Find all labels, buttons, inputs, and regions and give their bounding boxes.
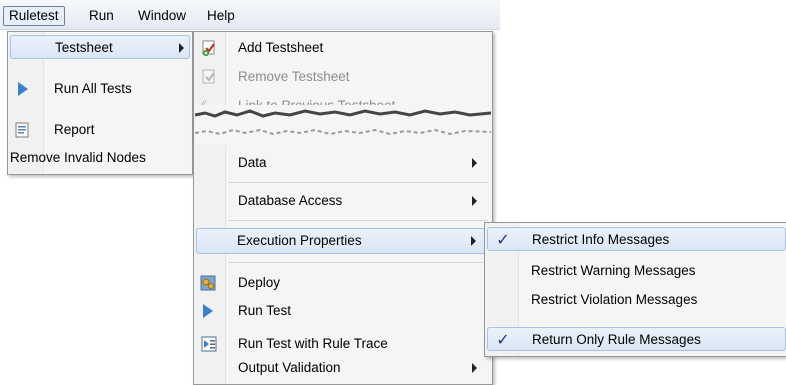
menu-separator xyxy=(228,262,488,263)
menu-bar: Ruletest Run Window Help xyxy=(0,0,500,30)
menu-item-restrict-warning[interactable]: Restrict Warning Messages xyxy=(487,259,784,283)
run-icon xyxy=(203,304,213,318)
menubar-help[interactable]: Help xyxy=(202,7,240,27)
menu-item-deploy[interactable]: Deploy xyxy=(196,271,490,295)
menu-item-run-test[interactable]: Run Test xyxy=(196,299,490,323)
torn-edge xyxy=(194,105,492,145)
menu-item-return-only-rule[interactable]: ✓ Return Only Rule Messages xyxy=(487,327,786,351)
menu-item-data[interactable]: Data xyxy=(196,151,490,175)
submenu-arrow-icon xyxy=(472,158,477,168)
menu-item-report[interactable]: Report xyxy=(10,118,190,142)
menu-item-remove-invalid-nodes[interactable]: Remove Invalid Nodes xyxy=(10,146,190,170)
report-icon xyxy=(14,122,30,138)
menu-item-remove-testsheet[interactable]: Remove Testsheet xyxy=(196,65,490,89)
menu-item-label: Restrict Warning Messages xyxy=(531,263,696,278)
ruletest-menu: Testsheet Run All Tests Report Remove In… xyxy=(7,31,193,175)
menu-item-restrict-info[interactable]: ✓ Restrict Info Messages xyxy=(487,227,786,251)
menubar-window[interactable]: Window xyxy=(133,7,191,27)
menu-item-label: Deploy xyxy=(238,275,281,290)
submenu-arrow-icon xyxy=(471,236,476,246)
menu-item-label: Report xyxy=(54,122,95,137)
menu-item-label: Execution Properties xyxy=(237,233,362,248)
menu-separator xyxy=(228,220,488,221)
menu-item-label: Output Validation xyxy=(238,360,341,375)
menu-item-label: Testsheet xyxy=(55,40,113,55)
menu-item-label: Data xyxy=(238,155,267,170)
menu-item-label: Run Test with Rule Trace xyxy=(238,336,388,351)
submenu-arrow-icon xyxy=(472,363,477,373)
menubar-run[interactable]: Run xyxy=(84,7,119,27)
menu-item-label: Restrict Violation Messages xyxy=(531,292,698,307)
menu-item-restrict-violation[interactable]: Restrict Violation Messages xyxy=(487,288,784,312)
submenu-arrow-icon xyxy=(472,196,477,206)
rule-trace-icon xyxy=(201,336,217,352)
run-icon xyxy=(18,82,28,96)
menu-item-label: Remove Testsheet xyxy=(238,69,350,84)
execution-properties-submenu: ✓ Restrict Info Messages Restrict Warnin… xyxy=(484,222,786,357)
remove-testsheet-icon xyxy=(201,69,217,85)
menu-item-add-testsheet[interactable]: Add Testsheet xyxy=(196,36,490,60)
menu-item-output-validation[interactable]: Output Validation xyxy=(196,356,490,380)
menu-item-run-test-rule-trace[interactable]: Run Test with Rule Trace xyxy=(196,332,490,356)
deploy-icon xyxy=(200,275,216,291)
testsheet-submenu: Add Testsheet Remove Testsheet ⁄⁄ Link t… xyxy=(193,31,493,385)
menu-item-label: Database Access xyxy=(238,193,343,208)
check-icon: ✓ xyxy=(496,332,510,349)
menu-item-database-access[interactable]: Database Access xyxy=(196,189,490,213)
menu-item-label: Run All Tests xyxy=(54,81,132,96)
menu-item-label: Add Testsheet xyxy=(238,40,324,55)
menubar-ruletest[interactable]: Ruletest xyxy=(3,6,65,26)
submenu-arrow-icon xyxy=(179,43,184,53)
add-testsheet-icon xyxy=(201,40,217,56)
menu-item-label: Remove Invalid Nodes xyxy=(10,150,146,165)
menu-item-testsheet[interactable]: Testsheet xyxy=(10,35,190,59)
menu-item-label: Restrict Info Messages xyxy=(532,232,670,247)
menu-item-execution-properties[interactable]: Execution Properties xyxy=(196,228,490,254)
menu-separator xyxy=(228,182,488,183)
menu-item-label: Run Test xyxy=(238,303,292,318)
menu-item-run-all-tests[interactable]: Run All Tests xyxy=(10,77,190,101)
check-icon: ✓ xyxy=(496,232,510,249)
menu-item-label: Return Only Rule Messages xyxy=(532,332,701,347)
